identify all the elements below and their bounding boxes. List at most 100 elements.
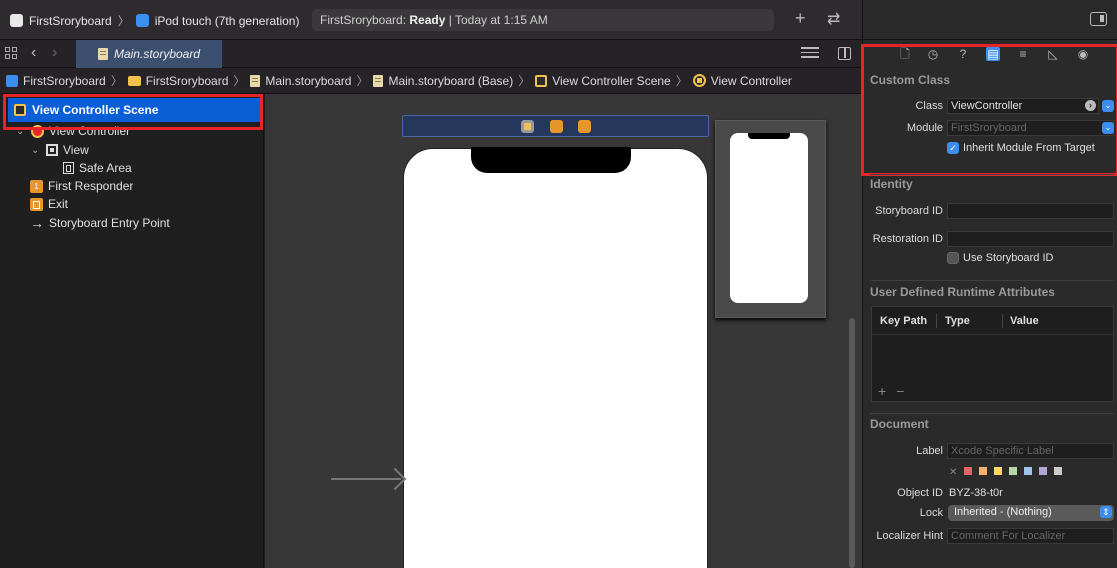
toggle-inspector-icon[interactable] [1090,12,1107,26]
split-editor-icon[interactable] [838,47,851,60]
help-inspector-icon[interactable]: ? [956,47,970,61]
back-arrow-icon[interactable]: ‹ [31,44,36,62]
outline-item-label: View [63,143,89,157]
breadcrumb-view-controller[interactable]: View Controller [711,74,792,88]
column-header-value[interactable]: Value [1010,315,1039,327]
first-responder-icon[interactable] [550,120,563,133]
connections-inspector-icon[interactable]: ◉ [1076,47,1090,61]
chevron-down-icon[interactable]: ⌄ [1102,100,1114,112]
exit-icon[interactable] [578,120,591,133]
localizer-hint-field[interactable]: Comment For Localizer [947,528,1114,544]
breadcrumb-project[interactable]: FirstSroryboard [23,74,106,88]
remove-attribute-button[interactable]: − [896,383,904,399]
editor-options-icon[interactable] [801,47,819,60]
color-swatch[interactable] [994,467,1002,475]
checkbox-checked-icon[interactable]: ✓ [947,142,959,154]
outline-item-entry-point[interactable]: → Storyboard Entry Point [30,215,170,231]
app-icon [10,14,23,27]
outline-item-view-controller[interactable]: ⌄ View Controller [16,124,130,138]
forward-arrow-icon[interactable]: › [52,44,57,62]
view-controller-canvas[interactable] [403,147,708,568]
device-icon [135,14,149,27]
size-inspector-icon[interactable]: ◺ [1046,47,1060,61]
color-swatch[interactable] [1024,467,1032,475]
swap-icon[interactable]: ⇄ [827,9,840,29]
minimap-preview[interactable] [715,120,826,318]
view-icon [46,144,58,156]
breadcrumb-file[interactable]: Main.storyboard [265,74,351,88]
column-header-key-path[interactable]: Key Path [880,315,927,327]
chevron-right-icon: 〉 [233,74,246,88]
runtime-attributes-table[interactable]: Key Path Type Value + − [871,306,1114,402]
column-separator [1002,314,1003,328]
outline-item-first-responder[interactable]: 1 First Responder [30,179,133,193]
use-storyboard-id-label: Use Storyboard ID [963,252,1054,264]
document-label-field[interactable]: Xcode Specific Label [947,443,1114,459]
chevron-down-icon[interactable]: ⌄ [31,145,41,156]
color-swatch[interactable] [1054,467,1062,475]
view-controller-icon[interactable] [521,120,534,133]
file-inspector-icon[interactable]: 🗋 [898,47,912,61]
section-title-document: Document [870,417,929,431]
storyboard-file-icon [373,74,384,87]
breadcrumb-base[interactable]: Main.storyboard (Base) [388,74,513,88]
minimap-phone [730,133,808,303]
first-responder-icon: 1 [30,179,43,193]
editor-tab-bar: ‹ › Main.storyboard [0,40,862,68]
outline-item-safe-area[interactable]: Safe Area [63,161,132,175]
document-label-label: Label [916,445,943,457]
color-swatch[interactable] [1009,467,1017,475]
chevron-down-icon[interactable]: ⌄ [16,126,26,137]
module-field[interactable]: FirstSroryboard [947,120,1114,136]
section-title-identity: Identity [870,177,913,191]
vertical-scrollbar[interactable] [849,318,855,568]
history-inspector-icon[interactable]: ◷ [926,47,940,61]
scene-icon [14,104,26,116]
device-name[interactable]: iPod touch (7th generation) [155,14,300,28]
section-title-custom-class: Custom Class [870,73,951,87]
chevron-down-icon[interactable]: ⌄ [1102,122,1114,134]
checkbox-unchecked-icon[interactable] [947,252,959,264]
color-swatch[interactable] [979,467,987,475]
outline-scene-row[interactable]: View Controller Scene [8,98,260,122]
color-swatch[interactable] [964,467,972,475]
go-to-class-icon[interactable]: › [1085,100,1096,111]
storyboard-entry-arrow[interactable] [331,478,401,480]
exit-icon [30,197,43,211]
inspector-toolbar [862,0,1117,40]
chevron-right-icon: 〉 [356,74,369,88]
lock-popup[interactable]: Inherited - (Nothing) [948,505,1114,521]
window-toolbar: FirstSroryboard 〉 iPod touch (7th genera… [0,0,862,40]
plus-icon[interactable]: + [795,8,806,29]
localizer-hint-label: Localizer Hint [876,530,943,542]
color-swatch[interactable] [1039,467,1047,475]
storyboard-file-icon [250,74,261,87]
tab-main-storyboard[interactable]: Main.storyboard [76,40,222,68]
scene-icon [535,74,548,87]
storyboard-canvas[interactable] [265,94,862,568]
view-controller-icon [31,124,44,138]
arrow-right-icon: → [30,215,44,231]
clear-color-icon[interactable]: ✕ [949,467,957,478]
restoration-id-field[interactable] [947,231,1114,247]
breadcrumb-scene[interactable]: View Controller Scene [552,74,671,88]
column-header-type[interactable]: Type [945,315,970,327]
related-items-icon[interactable] [5,47,17,59]
table-footer: + − [878,383,904,399]
section-title-runtime-attributes: User Defined Runtime Attributes [870,285,1055,299]
identity-inspector-icon[interactable]: ▤ [986,47,1000,61]
class-field[interactable]: ViewController [947,98,1099,114]
inherit-module-checkbox[interactable]: ✓ Inherit Module From Target [947,142,1095,154]
storyboard-id-field[interactable] [947,203,1114,219]
attributes-inspector-icon[interactable]: ≡ [1016,47,1030,61]
breadcrumb-folder[interactable]: FirstSroryboard [146,74,229,88]
chevron-right-icon: 〉 [110,74,123,88]
outline-item-view[interactable]: ⌄ View [31,143,89,157]
scheme-name[interactable]: FirstSroryboard [29,14,112,28]
outline-item-exit[interactable]: Exit [30,197,68,211]
use-storyboard-id-checkbox[interactable]: Use Storyboard ID [947,252,1053,264]
chevron-right-icon: 〉 [518,74,531,88]
add-attribute-button[interactable]: + [878,383,886,399]
status-time: | Today at 1:15 AM [448,13,548,27]
scheme-selector[interactable]: FirstSroryboard 〉 iPod touch (7th genera… [10,12,299,29]
